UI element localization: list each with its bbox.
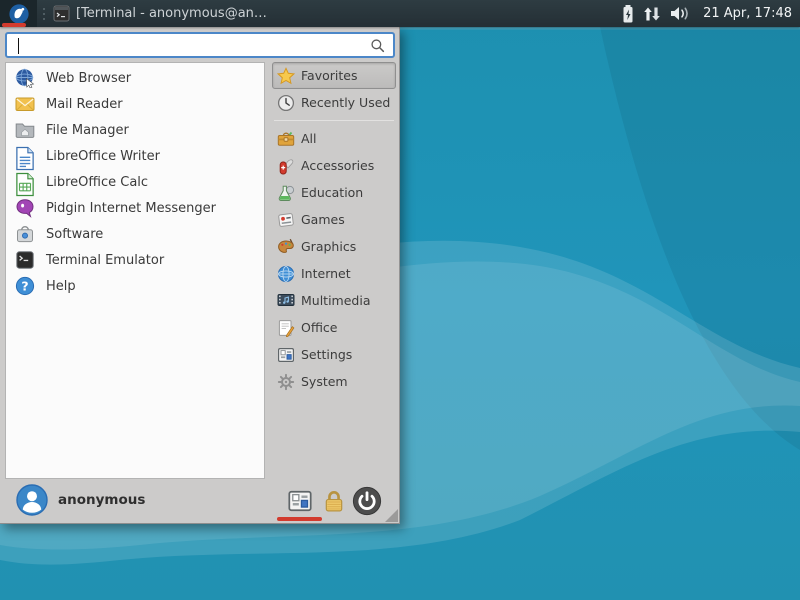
- settings-toggles-icon: [277, 346, 295, 364]
- network-arrows-icon[interactable]: [642, 6, 662, 22]
- category-item-accessories[interactable]: Accessories: [272, 152, 396, 179]
- toolbox-icon: [277, 130, 295, 148]
- pidgin-icon: [15, 198, 35, 218]
- app-item-help[interactable]: ? Help: [6, 273, 264, 299]
- history-clock-icon: [277, 94, 295, 112]
- office-icon: [277, 319, 295, 338]
- category-item-all[interactable]: All: [272, 125, 396, 152]
- app-item-libreoffice-calc[interactable]: LibreOffice Calc: [6, 169, 264, 197]
- category-item-graphics[interactable]: Graphics: [272, 233, 396, 260]
- file-manager-icon: [15, 120, 35, 140]
- multimedia-icon: [277, 292, 295, 310]
- favorites-application-list: Web Browser Mail Reader File Manager LibreO…: [5, 62, 265, 479]
- app-item-software[interactable]: Software: [6, 221, 264, 247]
- gear-icon: [277, 373, 295, 391]
- help-icon: ?: [15, 276, 35, 296]
- lock-screen-button[interactable]: [322, 489, 346, 513]
- terminal-window-icon: [53, 5, 70, 22]
- palette-icon: [277, 238, 295, 256]
- writer-icon: [15, 146, 35, 171]
- whisker-menu-icon: [8, 3, 30, 25]
- app-item-mail-reader[interactable]: Mail Reader: [6, 91, 264, 117]
- search-box: [5, 32, 395, 58]
- text-caret: [18, 38, 19, 54]
- category-item-label: Accessories: [301, 158, 375, 173]
- whisker-menu: Web Browser Mail Reader File Manager LibreO…: [0, 27, 400, 524]
- desktop: [Terminal - anonymous@an… 21 Apr, 17:48 …: [0, 0, 800, 600]
- app-item-web-browser[interactable]: Web Browser: [6, 65, 264, 91]
- app-item-terminal-emulator[interactable]: Terminal Emulator: [6, 247, 264, 273]
- app-item-libreoffice-writer[interactable]: LibreOffice Writer: [6, 143, 264, 171]
- category-item-label: Recently Used: [301, 95, 391, 110]
- games-icon: [277, 211, 295, 229]
- svg-text:?: ?: [21, 279, 28, 294]
- battery-icon[interactable]: [621, 4, 635, 24]
- annotation-underline: [277, 517, 322, 521]
- category-item-label: Multimedia: [301, 293, 371, 308]
- app-item-label: Terminal Emulator: [46, 252, 165, 268]
- app-item-label: Software: [46, 226, 104, 242]
- category-item-internet[interactable]: Internet: [272, 260, 396, 287]
- mail-reader-icon: [15, 94, 35, 114]
- software-icon: [15, 224, 35, 244]
- category-item-label: Office: [301, 320, 338, 335]
- all-settings-button[interactable]: [287, 488, 313, 514]
- category-item-recently-used[interactable]: Recently Used: [272, 89, 396, 116]
- category-item-multimedia[interactable]: Multimedia: [272, 287, 396, 314]
- category-item-label: Settings: [301, 347, 353, 362]
- category-item-label: Internet: [301, 266, 351, 281]
- app-item-label: Web Browser: [46, 70, 132, 86]
- app-item-file-manager[interactable]: File Manager: [6, 117, 264, 143]
- panel-clock[interactable]: 21 Apr, 17:48: [703, 6, 792, 21]
- log-out-button[interactable]: [352, 486, 382, 516]
- terminal-app-icon: [15, 250, 35, 270]
- app-item-pidgin-internet-messenger[interactable]: Pidgin Internet Messenger: [6, 195, 264, 221]
- search-icon: [370, 38, 385, 53]
- category-list: Favorites Recently Used All Accessories Educ…: [272, 62, 396, 395]
- resize-grip[interactable]: [385, 509, 398, 522]
- category-item-label: Education: [301, 185, 364, 200]
- web-browser-icon: [15, 68, 35, 89]
- annotation-underline: [2, 23, 26, 27]
- swiss-knife-icon: [277, 157, 295, 175]
- app-item-label: LibreOffice Calc: [46, 174, 149, 190]
- globe-icon: [277, 265, 295, 283]
- category-item-office[interactable]: Office: [272, 314, 396, 341]
- taskbar-window-button[interactable]: [Terminal - anonymous@an…: [51, 0, 275, 27]
- category-item-label: Games: [301, 212, 345, 227]
- app-item-label: File Manager: [46, 122, 129, 138]
- category-item-label: All: [301, 131, 317, 146]
- calc-icon: [15, 172, 35, 197]
- category-item-label: Favorites: [301, 68, 358, 83]
- star-icon: [276, 66, 296, 85]
- user-avatar-button[interactable]: [16, 484, 48, 516]
- category-item-games[interactable]: Games: [272, 206, 396, 233]
- username-label: anonymous: [58, 492, 146, 508]
- category-item-label: Graphics: [301, 239, 357, 254]
- category-item-education[interactable]: Education: [272, 179, 396, 206]
- top-panel: [Terminal - anonymous@an… 21 Apr, 17:48: [0, 0, 800, 27]
- applications-menu-button[interactable]: [0, 0, 37, 27]
- volume-icon[interactable]: [669, 5, 693, 22]
- search-input[interactable]: [7, 34, 370, 56]
- app-item-label: LibreOffice Writer: [46, 148, 160, 164]
- flask-icon: [277, 184, 295, 202]
- category-separator: [274, 120, 394, 121]
- app-item-label: Pidgin Internet Messenger: [46, 200, 216, 216]
- app-item-label: Mail Reader: [46, 96, 123, 112]
- panel-separator-handle: [43, 7, 45, 20]
- category-item-favorites[interactable]: Favorites: [272, 62, 396, 89]
- app-item-label: Help: [46, 278, 76, 294]
- menu-footer: anonymous: [0, 479, 399, 523]
- category-item-settings[interactable]: Settings: [272, 341, 396, 368]
- category-item-label: System: [301, 374, 348, 389]
- category-item-system[interactable]: System: [272, 368, 396, 395]
- system-tray: [621, 4, 693, 24]
- taskbar-window-title: [Terminal - anonymous@an…: [76, 6, 267, 21]
